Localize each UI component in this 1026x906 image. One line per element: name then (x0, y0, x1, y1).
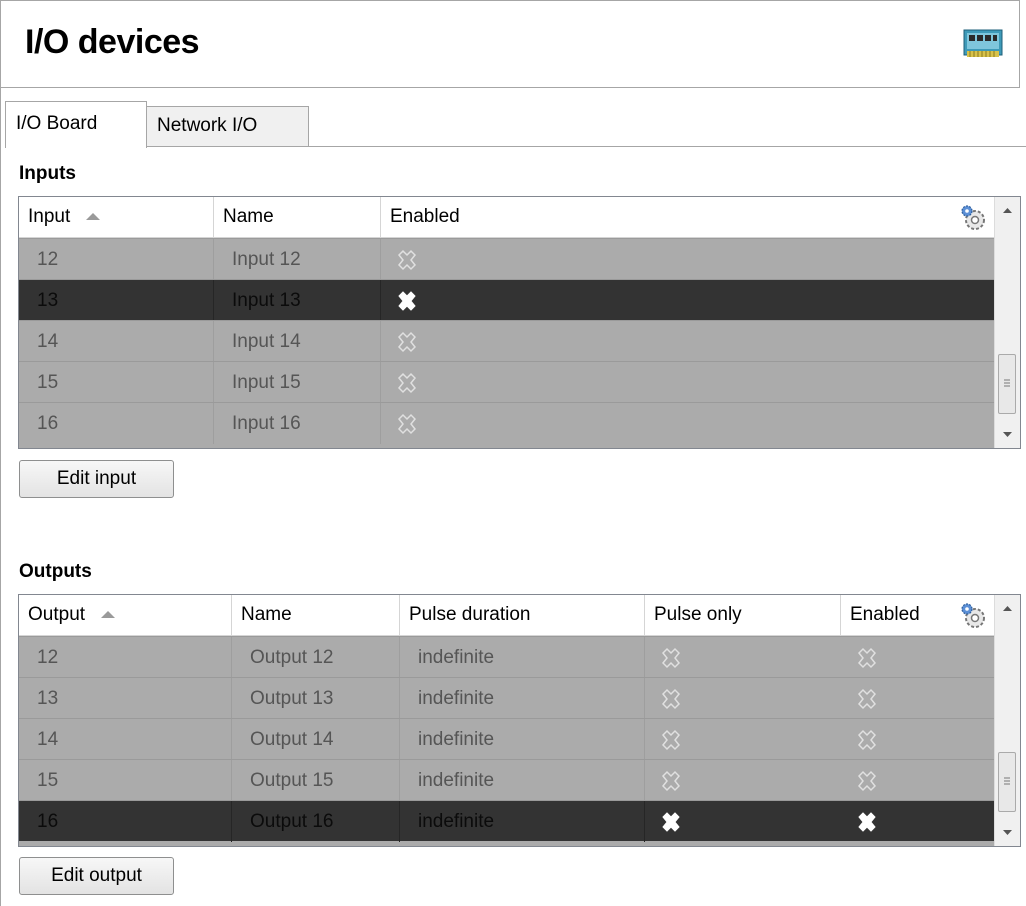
cell-output-name: Output 13 (232, 678, 400, 719)
sort-ascending-icon (101, 611, 116, 619)
cell-input-number: 13 (19, 280, 214, 321)
cell-input-name: Input 14 (214, 321, 381, 362)
frame-border (0, 88, 1, 906)
cell-pulse-duration: indefinite (400, 719, 645, 760)
scroll-up-icon[interactable] (995, 197, 1020, 223)
column-chooser-gear-icon[interactable] (959, 602, 987, 630)
disabled-x-icon (661, 729, 681, 751)
cell-pulse-duration: indefinite (400, 637, 645, 678)
column-header-pulse-duration[interactable]: Pulse duration (400, 595, 645, 635)
table-row[interactable]: 12 Output 12 indefinite (19, 636, 994, 678)
table-row[interactable]: 13 Input 13 (19, 279, 994, 321)
inputs-table: Input Name Enabled 12 Input 12 13 Input 13 1… (18, 196, 1021, 449)
column-chooser-gear-icon[interactable] (959, 204, 987, 232)
cell-output-number: 15 (19, 760, 232, 801)
scroll-down-icon[interactable] (995, 422, 1020, 448)
disabled-x-icon (397, 331, 417, 353)
cell-input-name: Input 12 (214, 239, 381, 280)
disabled-x-icon (661, 770, 681, 792)
cell-output-name: Output 15 (232, 760, 400, 801)
disabled-x-icon-selected (662, 812, 680, 832)
disabled-x-icon (397, 372, 417, 394)
disabled-x-icon (397, 413, 417, 435)
inputs-section-label: Inputs (19, 163, 76, 184)
table-row[interactable]: 16 Output 16 indefinite (19, 800, 994, 842)
table-row[interactable]: 15 Input 15 (19, 361, 994, 403)
disabled-x-icon (857, 770, 877, 792)
tab-divider (5, 146, 1026, 147)
sort-ascending-icon (86, 213, 101, 221)
inputs-table-header: Input Name Enabled (19, 197, 994, 238)
column-header-name[interactable]: Name (232, 595, 400, 635)
cell-output-number: 13 (19, 678, 232, 719)
cell-input-number: 14 (19, 321, 214, 362)
outputs-scrollbar[interactable] (994, 595, 1020, 846)
cell-output-number: 16 (19, 801, 232, 842)
column-header-enabled[interactable]: Enabled (381, 197, 994, 237)
outputs-table: Output Name Pulse duration Pulse only En… (18, 594, 1021, 847)
table-row[interactable]: 12 Input 12 (19, 238, 994, 280)
cell-input-name: Input 15 (214, 362, 381, 403)
outputs-table-header: Output Name Pulse duration Pulse only En… (19, 595, 994, 636)
page-header: I/O devices (0, 0, 1020, 88)
inputs-scrollbar[interactable] (994, 197, 1020, 448)
edit-output-button[interactable]: Edit output (19, 857, 174, 895)
tab-network-io[interactable]: Network I/O (146, 106, 309, 146)
disabled-x-icon (857, 688, 877, 710)
cell-pulse-duration: indefinite (400, 760, 645, 801)
cell-input-number: 15 (19, 362, 214, 403)
outputs-scroll-thumb[interactable] (998, 752, 1016, 812)
cell-input-number: 16 (19, 403, 214, 444)
disabled-x-icon (397, 249, 417, 271)
column-header-output[interactable]: Output (19, 595, 232, 635)
disabled-x-icon (857, 729, 877, 751)
cell-output-name: Output 14 (232, 719, 400, 760)
disabled-x-icon (857, 647, 877, 669)
inputs-scroll-thumb[interactable] (998, 354, 1016, 414)
disabled-x-icon-selected (398, 291, 416, 311)
column-header-input[interactable]: Input (19, 197, 214, 237)
cell-output-name: Output 12 (232, 637, 400, 678)
scroll-down-icon[interactable] (995, 820, 1020, 846)
outputs-section-label: Outputs (19, 561, 92, 582)
table-row[interactable]: 14 Input 14 (19, 320, 994, 362)
disabled-x-icon (661, 688, 681, 710)
cell-output-number: 14 (19, 719, 232, 760)
tab-io-board[interactable]: I/O Board (5, 101, 147, 148)
scroll-up-icon[interactable] (995, 595, 1020, 621)
disabled-x-icon (661, 647, 681, 669)
cell-output-name: Output 16 (232, 801, 400, 842)
column-header-name[interactable]: Name (214, 197, 381, 237)
page-title: I/O devices (25, 23, 200, 61)
cell-input-name: Input 16 (214, 403, 381, 444)
cell-input-number: 12 (19, 239, 214, 280)
cell-input-name: Input 13 (214, 280, 381, 321)
table-row[interactable]: 15 Output 15 indefinite (19, 759, 994, 801)
table-row[interactable]: 14 Output 14 indefinite (19, 718, 994, 760)
edit-input-button[interactable]: Edit input (19, 460, 174, 498)
table-row[interactable]: 13 Output 13 indefinite (19, 677, 994, 719)
table-row[interactable]: 16 Input 16 (19, 402, 994, 444)
cell-pulse-duration: indefinite (400, 801, 645, 842)
column-header-pulse-only[interactable]: Pulse only (645, 595, 841, 635)
cell-output-number: 12 (19, 637, 232, 678)
disabled-x-icon-selected (858, 812, 876, 832)
io-board-icon (963, 29, 1003, 57)
cell-pulse-duration: indefinite (400, 678, 645, 719)
